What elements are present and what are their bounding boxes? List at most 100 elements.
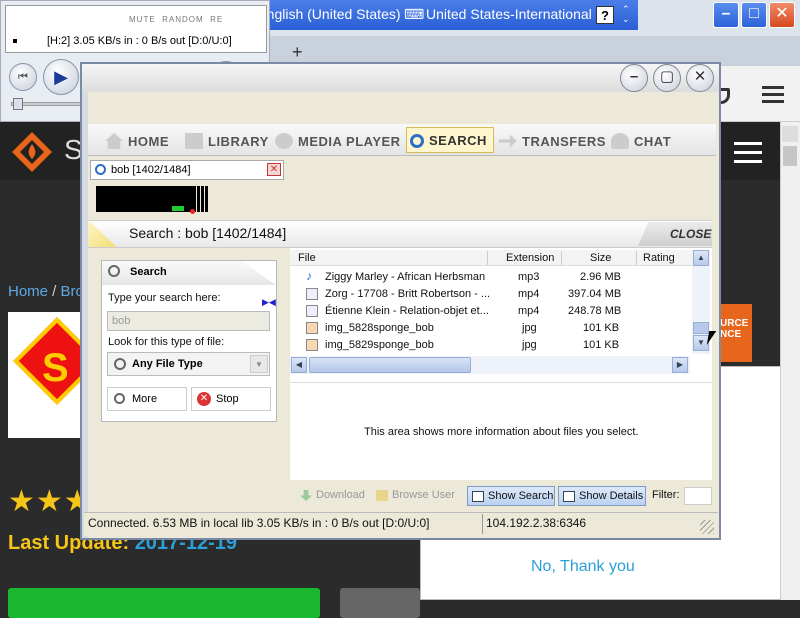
tab-library[interactable]: LIBRARY [184,127,270,153]
column-rating[interactable]: Rating [643,252,675,264]
column-file[interactable]: File [298,252,316,264]
more-magnifier-icon [114,393,125,404]
breadcrumb: Home / Bro [8,283,84,300]
browser-menu-icon[interactable] [762,86,784,104]
image-file-icon [306,339,318,351]
column-separator [561,251,562,265]
window-maximize-button[interactable]: □ [741,2,767,28]
breadcrumb-home[interactable]: Home [8,283,48,300]
browse-user-button[interactable]: Browse User [372,486,455,506]
results-table-header [290,250,692,266]
site-logo-icon[interactable] [10,130,54,174]
tab-home[interactable]: HOME [104,127,180,153]
page-scroll-up-button[interactable] [782,126,798,142]
tab-search[interactable]: SEARCH [406,127,494,153]
file-size: 397.04 MB [568,288,622,300]
search-tab-close-button[interactable]: ✕ [267,163,281,176]
show-details-icon [563,491,575,502]
download-label: Download [316,489,365,501]
mini-player-status-dot [13,39,17,43]
magnifier-icon [410,134,424,148]
image-file-icon [306,322,318,334]
column-size[interactable]: Size [590,252,611,264]
tab-home-label: HOME [128,134,169,149]
secondary-page-button[interactable] [340,588,420,618]
audio-file-icon: ♪ [306,269,312,283]
language-bar: EN English (United States) ⌨ United Stat… [218,0,638,30]
table-row[interactable]: ♪ Ziggy Marley - African Herbsman mp3 2.… [300,269,690,286]
window-minimize-button[interactable]: – [713,2,739,28]
file-size: 101 KB [583,322,620,334]
video-file-icon [306,305,318,317]
search-field-label: Type your search here: [108,292,221,304]
page-scrollbar[interactable] [780,122,800,600]
search-options-icon[interactable]: ▶◀ [262,297,276,308]
scroll-right-icon[interactable]: ▶ [672,357,688,373]
show-search-label: Show Search [488,490,554,502]
table-row[interactable]: Zorg - 17708 - Britt Robertson - ... mp4… [300,286,690,303]
scroll-up-icon[interactable]: ▲ [693,250,709,266]
download-button[interactable]: Download [296,486,365,506]
tab-chat[interactable]: CHAT [610,127,686,153]
file-type-select[interactable]: Any File Type [107,352,270,376]
tab-media-player-label: MEDIA PLAYER [298,134,401,149]
close-results-button[interactable]: CLOSE [638,222,712,246]
file-name: Zorg - 17708 - Britt Robertson - ... [325,288,491,300]
search-input[interactable] [107,311,270,331]
keyboard-icon[interactable]: ⌨ [404,6,424,23]
language-help-button[interactable]: ? [596,6,614,24]
status-address: 104.192.2.38:6346 [486,516,587,530]
page-scroll-thumb[interactable] [783,146,797,166]
language-bar-options-icon[interactable]: ⌃ ⌄ [622,4,630,24]
stop-button-label: Stop [216,393,239,405]
filter-input[interactable] [684,487,712,505]
stop-icon: ✕ [197,392,211,406]
results-vscroll-thumb[interactable] [693,322,709,334]
resize-grip[interactable] [700,520,714,534]
chevron-down-icon[interactable]: ▼ [250,355,268,373]
app-minimize-button[interactable]: – [620,64,648,92]
search-tab[interactable]: bob [1402/1484] [90,160,284,180]
play-button[interactable]: ▶ [43,59,79,95]
window-close-button[interactable]: ✕ [769,2,795,28]
table-row[interactable]: Étienne Klein - Relation-objet et... mp4… [300,303,690,320]
browse-user-label: Browse User [392,489,455,501]
column-separator [487,251,488,265]
download-page-button[interactable] [8,588,320,618]
file-name: img_5829sponge_bob [325,339,434,351]
file-extension: mp3 [518,271,540,283]
open-source-badge: URCE NCE [720,304,752,362]
no-thanks-link[interactable]: No, Thank you [531,558,635,576]
tab-chat-label: CHAT [634,134,672,149]
search-tab-magnifier-icon [95,164,106,175]
activity-bars [197,186,209,212]
show-search-toggle[interactable]: Show Search [467,486,555,506]
activity-graph-level [172,206,184,211]
site-menu-icon[interactable] [734,142,762,164]
transfers-icon [499,134,517,148]
app-close-button[interactable]: ✕ [686,64,714,92]
table-row[interactable]: img_5828sponge_bob jpg 101 KB [300,320,690,337]
file-name: Étienne Klein - Relation-objet et... [325,305,489,317]
search-panel-magnifier-icon [108,265,120,277]
table-row[interactable]: img_5829sponge_bob jpg 101 KB [300,337,690,354]
more-button-label: More [132,393,158,405]
tab-media-player[interactable]: MEDIA PLAYER [274,127,404,153]
details-placeholder: This area shows more information about f… [364,426,639,438]
previous-button[interactable]: ⏮ [9,63,37,91]
app-maximize-button[interactable]: ▢ [653,64,681,92]
more-button[interactable]: More [107,387,187,411]
seek-knob[interactable] [13,98,23,110]
file-extension: mp4 [518,288,540,300]
column-extension[interactable]: Extension [506,252,554,264]
download-icon [300,490,312,501]
results-hscroll-thumb[interactable] [309,357,471,373]
mouse-cursor-icon [706,331,724,345]
keyboard-layout[interactable]: United States-International [426,6,592,22]
status-text: Connected. 6.53 MB in local lib 3.05 KB/… [88,516,430,530]
video-file-icon [306,288,318,300]
scroll-left-icon[interactable]: ◀ [291,357,307,373]
tab-transfers[interactable]: TRANSFERS [498,127,605,153]
new-tab-button[interactable]: + [292,42,303,63]
file-name: Ziggy Marley - African Herbsman [325,271,486,283]
